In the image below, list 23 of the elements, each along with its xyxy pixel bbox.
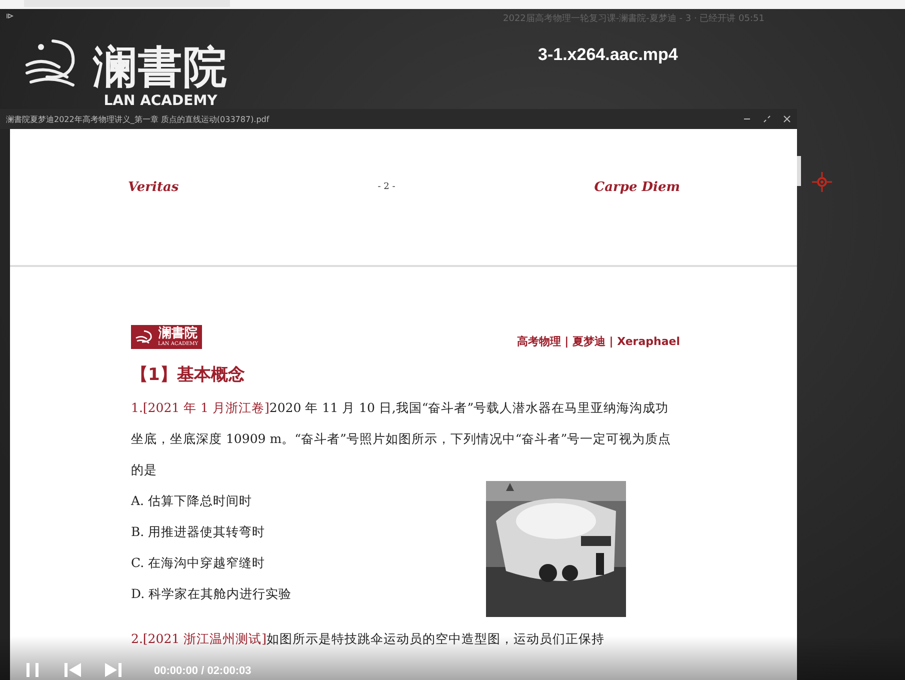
- window-title: 澜書院夏梦迪2022年高考物理讲义_第一章 质点的直线运动(033787).pdf: [6, 114, 270, 124]
- close-icon[interactable]: [783, 115, 791, 123]
- header-motto: Carpe Diem: [594, 180, 680, 194]
- previous-icon[interactable]: [64, 663, 82, 677]
- page-number: - 2 -: [378, 182, 396, 192]
- answer-option: D. 科学家在其舱内进行实验: [131, 578, 292, 609]
- logo-title: 澜書院: [93, 43, 228, 93]
- next-icon[interactable]: [104, 663, 122, 677]
- video-title: 3-1.x264.aac.mp4: [538, 45, 678, 65]
- author-byline: 高考物理 | 夏梦迪 | Xeraphael: [516, 334, 680, 349]
- answer-option: B. 用推进器使其转弯时: [131, 516, 292, 547]
- crosshair-icon: [811, 171, 833, 193]
- player-menu-icon[interactable]: [5, 13, 15, 19]
- header-motto: Veritas: [128, 180, 179, 194]
- scrollbar-thumb[interactable]: [797, 156, 801, 186]
- logo-subtitle: LAN ACADEMY: [104, 93, 218, 109]
- question-text: 2.[2021 浙江温州测试]如图所示是特技跳伞运动员的空中造型图，运动员们正保持: [131, 630, 606, 648]
- answer-option: C. 在海沟中穿越窄缝时: [131, 547, 292, 578]
- playback-time: 00:00:00 / 02:00:03: [154, 665, 252, 677]
- maximize-icon[interactable]: [763, 115, 771, 123]
- question-text: 1.[2021 年 1 月浙江卷]2020 年 11 月 10 日,我国“奋斗者”号载人潜水器在马里亚纳海沟成功坐底，坐底深度 10909 m。“奋斗者”号照片如图所示，下列情况中“奋斗者”号一定可视为质点的是: [131, 399, 672, 479]
- answer-option: A. 估算下降总时间时: [131, 485, 292, 516]
- section-heading: 【1】基本概念: [131, 364, 246, 386]
